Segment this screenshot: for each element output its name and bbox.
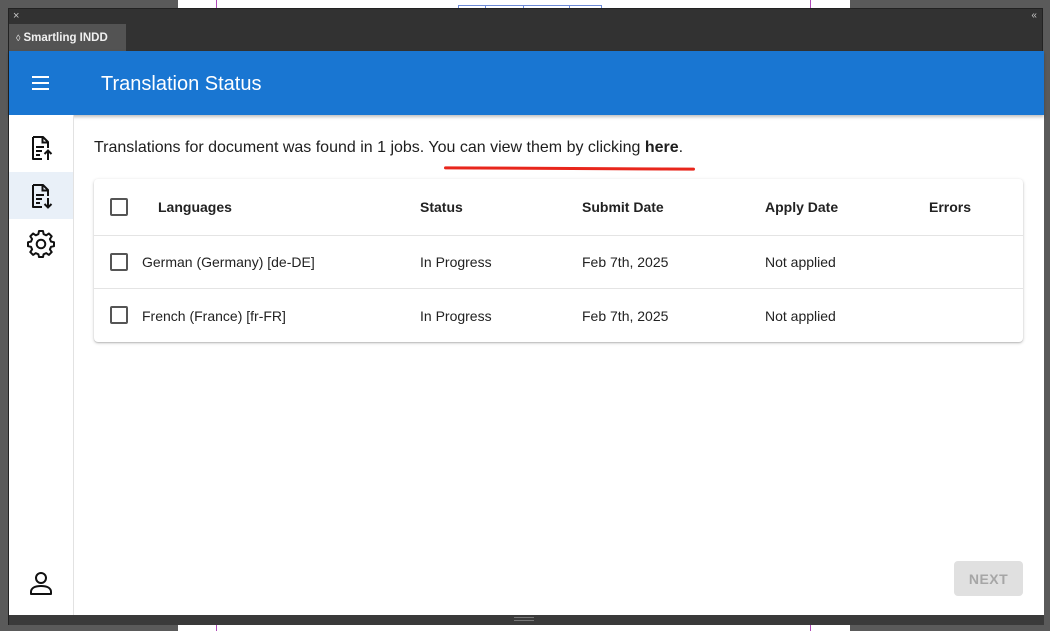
panel-footer <box>9 615 1044 625</box>
panel-tabbar: ◊ Smartling INDD <box>9 23 1042 51</box>
app-bar: Translation Status <box>9 51 1044 115</box>
smartling-panel: × ‹‹ ◊ Smartling INDD Translation Status <box>8 8 1044 625</box>
account-icon <box>30 571 52 595</box>
column-header-status[interactable]: Status <box>420 179 463 235</box>
view-jobs-link[interactable]: here <box>645 139 679 156</box>
document-upload-icon <box>32 135 53 160</box>
jobs-info-message: Translations for document was found in 1… <box>94 139 645 156</box>
nav-upload-document[interactable] <box>9 124 73 171</box>
language-cell: German (Germany) [de-DE] <box>142 254 315 270</box>
settings-gear-icon <box>27 229 55 258</box>
table-row[interactable]: French (France) [fr-FR] In Progress Feb … <box>94 289 1023 342</box>
status-cell: In Progress <box>420 307 492 324</box>
column-header-apply-date[interactable]: Apply Date <box>765 179 838 235</box>
tab-smartling-indd[interactable]: ◊ Smartling INDD <box>9 24 126 51</box>
reorder-arrows-icon: ◊ <box>16 32 21 43</box>
column-header-submit-date[interactable]: Submit Date <box>582 179 664 235</box>
main-area: Translations for document was found in 1… <box>74 115 1044 615</box>
column-header-languages[interactable]: Languages <box>158 179 232 235</box>
language-cell: French (France) [fr-FR] <box>142 307 286 324</box>
close-icon[interactable]: × <box>13 9 19 23</box>
menu-icon[interactable] <box>31 73 51 93</box>
nav-account[interactable] <box>9 559 73 606</box>
submit-date-cell: Feb 7th, 2025 <box>582 254 669 270</box>
table-header-row: Languages Status Submit Date Apply Date … <box>94 179 1023 236</box>
next-button[interactable]: NEXT <box>954 561 1023 596</box>
row-checkbox[interactable] <box>110 306 128 324</box>
panel-content: Translation Status Translations for docu… <box>9 51 1044 615</box>
side-navigation <box>9 115 74 615</box>
resize-grip[interactable] <box>514 617 534 621</box>
panel-header: × ‹‹ <box>9 9 1042 23</box>
nav-translation-status[interactable] <box>9 172 73 219</box>
apply-date-cell: Not applied <box>765 307 836 324</box>
select-all-checkbox[interactable] <box>110 198 128 216</box>
status-cell: In Progress <box>420 254 492 270</box>
jobs-info-suffix: . <box>678 139 684 156</box>
document-download-icon <box>32 183 53 209</box>
row-checkbox[interactable] <box>110 253 128 271</box>
translations-table: Languages Status Submit Date Apply Date … <box>94 179 1023 342</box>
submit-date-cell: Feb 7th, 2025 <box>582 307 669 324</box>
apply-date-cell: Not applied <box>765 254 836 270</box>
nav-settings[interactable] <box>9 220 73 267</box>
page-title: Translation Status <box>101 73 262 95</box>
tab-label: Smartling INDD <box>23 31 108 44</box>
jobs-info-text: Translations for document was found in 1… <box>94 138 683 158</box>
annotation-underline <box>443 166 696 171</box>
column-header-errors[interactable]: Errors <box>929 179 971 235</box>
collapse-icon[interactable]: ‹‹ <box>1031 9 1037 22</box>
table-row[interactable]: German (Germany) [de-DE] In Progress Feb… <box>94 236 1023 289</box>
